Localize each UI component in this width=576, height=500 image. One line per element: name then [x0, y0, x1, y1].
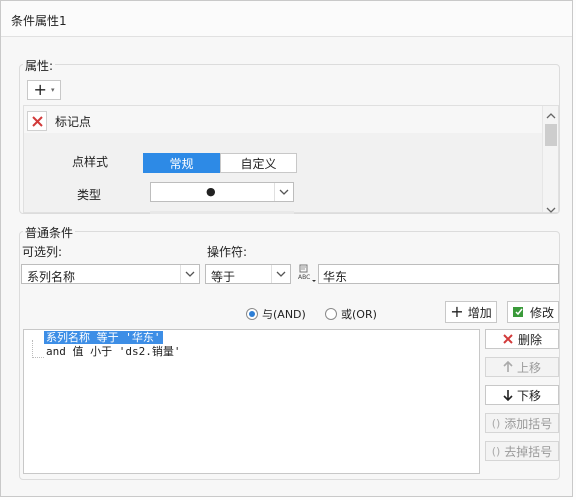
add-condition-label: 增加: [467, 305, 492, 320]
value-input[interactable]: 华东: [318, 264, 559, 284]
next-row-edge: [150, 211, 294, 214]
point-style-label: 点样式: [72, 155, 109, 169]
remove-bracket-icon: (): [491, 444, 501, 458]
condition-attribute-dialog: 条件属性1 属性: + ▾ 标记点 点样式 常规 自定义 类型 ● 普通条件 可…: [0, 0, 573, 497]
delete-button[interactable]: 删除: [485, 329, 559, 349]
type-label: 类型: [77, 188, 102, 202]
plus-icon: +: [450, 302, 464, 321]
remove-bracket-button[interactable]: () 去掉括号: [485, 441, 559, 461]
logic-and-label: 与(AND): [262, 308, 306, 321]
chevron-down-icon: [180, 265, 199, 283]
arrow-down-icon: [503, 390, 513, 401]
add-condition-button[interactable]: + 增加: [445, 301, 497, 323]
add-bracket-label: 添加括号: [504, 416, 553, 431]
marker-label: 标记点: [55, 115, 92, 129]
abc-type-icon: ABC: [298, 264, 316, 282]
close-icon: [31, 115, 43, 127]
value-type-button[interactable]: ABC: [297, 263, 317, 285]
attributes-legend: 属性:: [23, 57, 56, 74]
condition-list[interactable]: 系列名称 等于 '华东' and 值 小于 'ds2.销量': [23, 329, 480, 474]
scroll-up-icon[interactable]: [546, 108, 556, 122]
delete-label: 删除: [517, 332, 542, 347]
attribute-panel: 标记点 点样式 常规 自定义 类型 ●: [23, 105, 559, 214]
dropdown-arrow-icon: ▾: [50, 86, 55, 94]
point-style-tab-custom-label: 自定义: [240, 156, 277, 171]
logic-or-radio[interactable]: 或(OR): [325, 306, 377, 322]
arrow-up-icon: [503, 361, 513, 372]
radio-selected-icon: [246, 308, 258, 320]
point-style-tab-custom[interactable]: 自定义: [220, 153, 297, 173]
modify-condition-label: 修改: [529, 305, 554, 320]
edit-icon: [512, 307, 523, 317]
add-bracket-button[interactable]: () 添加括号: [485, 413, 559, 433]
scroll-down-icon[interactable]: [546, 202, 556, 216]
logic-and-radio[interactable]: 与(AND): [246, 306, 306, 322]
dialog-title: 条件属性1: [11, 14, 67, 28]
condition-list-guide: [32, 340, 44, 358]
move-down-button[interactable]: 下移: [485, 385, 559, 405]
point-style-tab-normal-label: 常规: [169, 156, 194, 171]
type-select[interactable]: ●: [150, 182, 294, 202]
move-up-button[interactable]: 上移: [485, 357, 559, 377]
chevron-down-icon: [274, 183, 293, 201]
attribute-scrollbar[interactable]: [542, 106, 558, 213]
operator-value: 等于: [211, 270, 236, 284]
condition-item-selected[interactable]: 系列名称 等于 '华东': [44, 331, 163, 344]
column-value: 系列名称: [27, 270, 76, 284]
radio-unselected-icon: [325, 308, 337, 320]
condition-item[interactable]: and 值 小于 'ds2.销量': [44, 345, 182, 358]
point-style-tab-normal[interactable]: 常规: [143, 153, 220, 173]
move-down-label: 下移: [516, 388, 541, 403]
logic-or-label: 或(OR): [341, 308, 377, 321]
chevron-down-icon: [271, 265, 290, 283]
move-up-label: 上移: [516, 360, 541, 375]
scrollbar-thumb[interactable]: [545, 124, 557, 146]
marker-row: [24, 106, 542, 133]
operator-label: 操作符:: [207, 245, 248, 259]
svg-text:ABC: ABC: [298, 274, 310, 281]
type-value: ●: [206, 185, 216, 198]
modify-condition-button[interactable]: 修改: [507, 301, 559, 323]
value-input-text: 华东: [323, 270, 348, 284]
plus-icon: +: [33, 80, 47, 99]
close-icon: [503, 334, 513, 344]
operator-select[interactable]: 等于: [205, 264, 291, 284]
remove-marker-button[interactable]: [27, 111, 47, 131]
column-label: 可选列:: [22, 245, 63, 259]
condition-item-text: and 值 小于 'ds2.销量': [46, 345, 181, 358]
bracket-icon: (): [491, 416, 501, 430]
column-select[interactable]: 系列名称: [21, 264, 200, 284]
condition-legend: 普通条件: [23, 224, 76, 241]
title-bar: 条件属性1: [1, 1, 572, 37]
condition-item-text: 系列名称 等于 '华东': [46, 331, 161, 344]
remove-bracket-label: 去掉括号: [504, 444, 553, 459]
add-attribute-button[interactable]: + ▾: [27, 80, 61, 100]
